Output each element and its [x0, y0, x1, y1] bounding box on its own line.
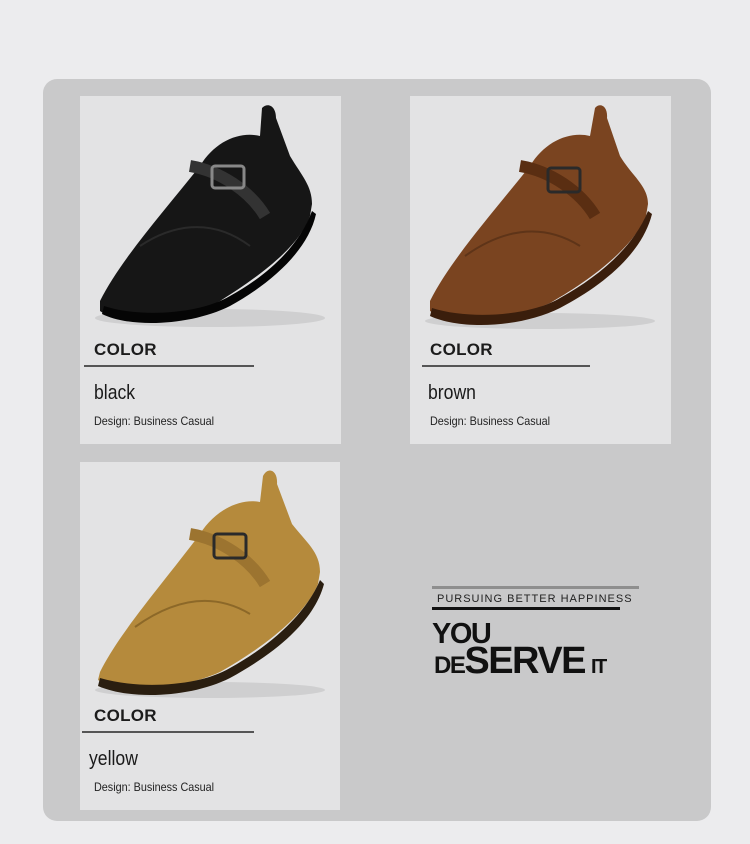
- slogan-bottom-bar: [432, 607, 620, 610]
- product-card-yellow[interactable]: COLOR yellow Design: Business Casual: [80, 462, 340, 810]
- color-divider: [422, 365, 590, 367]
- shoe-image-yellow: [95, 470, 325, 698]
- design-label: Design: Business Casual: [94, 780, 215, 794]
- slogan-block: PURSUING BETTER HAPPINESS YOU DESERVE IT: [432, 586, 642, 696]
- slogan-it: IT: [590, 656, 607, 678]
- design-label: Design: Business Casual: [430, 414, 551, 428]
- color-name: black: [94, 382, 136, 404]
- slogan-serve: SERVE: [464, 640, 586, 682]
- product-card-black[interactable]: COLOR black Design: Business Casual: [80, 96, 341, 444]
- product-card-brown[interactable]: COLOR brown Design: Business Casual: [410, 96, 671, 444]
- color-title: COLOR: [94, 340, 157, 359]
- color-name: yellow: [89, 748, 138, 770]
- slogan-line-deserve: DESERVE IT: [434, 640, 607, 683]
- design-label: Design: Business Casual: [94, 414, 215, 428]
- shoe-image-brown: [425, 105, 655, 329]
- shoe-image-black: [95, 105, 325, 327]
- slogan-top-bar: [432, 586, 639, 589]
- color-divider: [84, 365, 254, 367]
- color-title: COLOR: [94, 706, 157, 725]
- color-divider: [82, 731, 254, 733]
- color-name: brown: [428, 382, 476, 404]
- slogan-tagline: PURSUING BETTER HAPPINESS: [437, 593, 633, 605]
- color-title: COLOR: [430, 340, 493, 359]
- slogan-de: DE: [434, 652, 466, 679]
